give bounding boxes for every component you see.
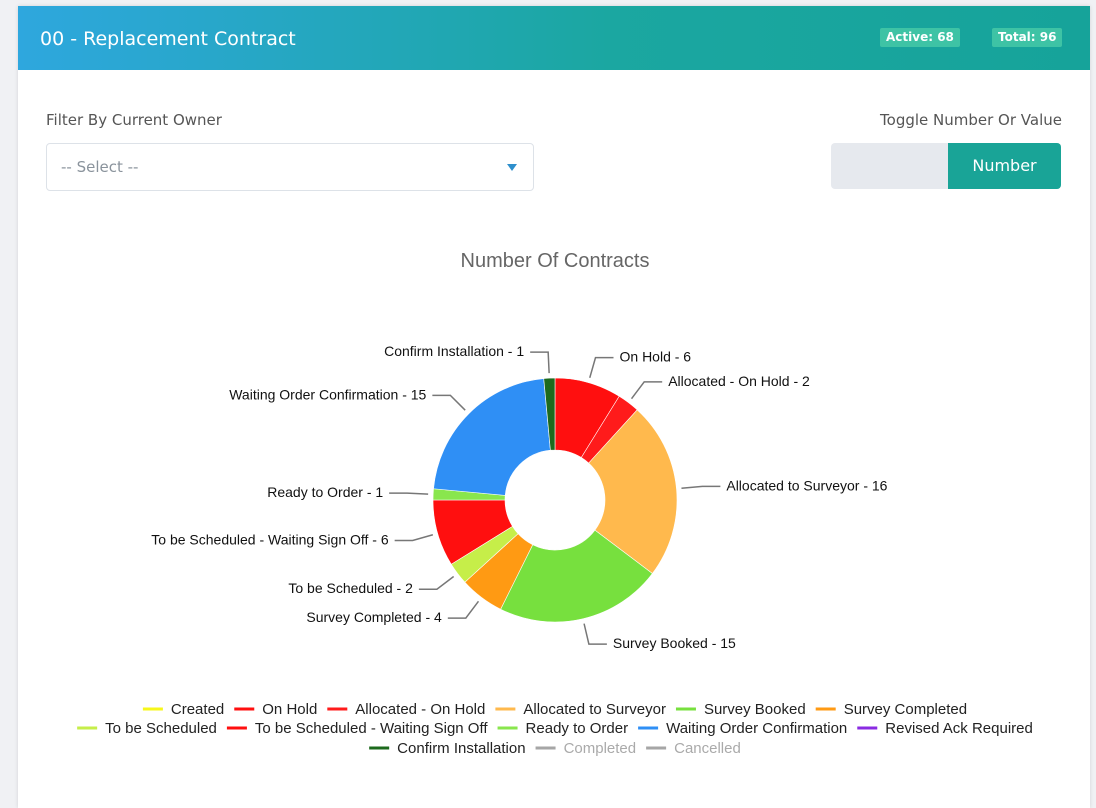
chart-title: Number Of Contracts	[461, 250, 650, 272]
panel-header: 00 - Replacement Contract Active: 68 Tot…	[18, 6, 1090, 70]
callout-line-to-be-scheduled-waiting-sign-off	[394, 534, 434, 542]
slice-label-on-hold: On Hold - 6	[620, 349, 692, 365]
slice-label-allocated-to-surveyor: Allocated to Surveyor - 16	[726, 477, 887, 493]
slice-label-confirm-installation: Confirm Installation - 1	[384, 343, 524, 359]
legend-item-to-be-scheduled-waiting-sign-off[interactable]: To be Scheduled - Waiting Sign Off	[255, 720, 488, 737]
callout-line-survey-booked	[583, 623, 607, 645]
callout-line-allocated-to-surveyor	[681, 485, 721, 490]
callout-line-on-hold	[589, 356, 614, 379]
legend-item-waiting-order-confirmation[interactable]: Waiting Order Confirmation	[666, 720, 847, 737]
legend-item-completed[interactable]: Completed	[564, 740, 637, 757]
panel-title: 00 - Replacement Contract	[40, 28, 296, 50]
callout-line-survey-completed	[447, 600, 480, 619]
slice-label-to-be-scheduled-waiting-sign-off: To be Scheduled - Waiting Sign Off - 6	[151, 532, 389, 548]
dashboard-panel: 00 - Replacement Contract Active: 68 Tot…	[18, 6, 1090, 808]
slice-label-to-be-scheduled: To be Scheduled - 2	[288, 580, 413, 596]
active-count-badge: Active: 68	[880, 28, 960, 47]
legend-item-allocated-to-surveyor[interactable]: Allocated to Surveyor	[523, 701, 666, 718]
legend-item-survey-booked[interactable]: Survey Booked	[704, 701, 806, 718]
legend-item-survey-completed[interactable]: Survey Completed	[844, 701, 967, 718]
legend-item-ready-to-order[interactable]: Ready to Order	[526, 720, 629, 737]
slice-label-survey-completed: Survey Completed - 4	[306, 609, 442, 625]
legend-item-created[interactable]: Created	[171, 701, 224, 718]
total-count-badge: Total: 96	[992, 28, 1063, 47]
caret-down-icon	[507, 164, 517, 171]
contracts-donut-chart: Number Of Contracts On Hold - 6 Allocated…	[77, 250, 1033, 757]
legend-item-to-be-scheduled[interactable]: To be Scheduled	[105, 720, 217, 737]
number-value-toggle[interactable]: Number	[831, 143, 1061, 189]
callout-line-confirm-installation	[530, 351, 550, 374]
slice-label-survey-booked: Survey Booked - 15	[613, 635, 736, 651]
slice-label-waiting-order-confirmation: Waiting Order Confirmation - 15	[229, 386, 426, 402]
owner-select[interactable]: -- Select --	[46, 143, 534, 191]
legend-item-cancelled[interactable]: Cancelled	[674, 740, 741, 757]
legend-item-revised-ack-required[interactable]: Revised Ack Required	[885, 720, 1033, 737]
callout-line-to-be-scheduled	[418, 575, 455, 590]
callout-line-waiting-order-confirmation	[432, 394, 466, 411]
slice-label-ready-to-order: Ready to Order - 1	[267, 484, 383, 500]
toggle-label: Toggle Number Or Value	[880, 111, 1062, 129]
filter-owner-label: Filter By Current Owner	[46, 111, 222, 129]
legend-item-confirm-installation[interactable]: Confirm Installation	[397, 740, 525, 757]
owner-select-value: -- Select --	[61, 158, 139, 176]
slice-label-allocated-on-hold: Allocated - On Hold - 2	[668, 373, 810, 389]
callout-line-allocated-on-hold	[630, 381, 663, 400]
callout-line-ready-to-order	[389, 492, 429, 495]
legend-item-allocated-on-hold[interactable]: Allocated - On Hold	[355, 701, 485, 718]
toggle-number-option[interactable]: Number	[948, 143, 1061, 189]
legend-item-on-hold[interactable]: On Hold	[262, 701, 317, 718]
